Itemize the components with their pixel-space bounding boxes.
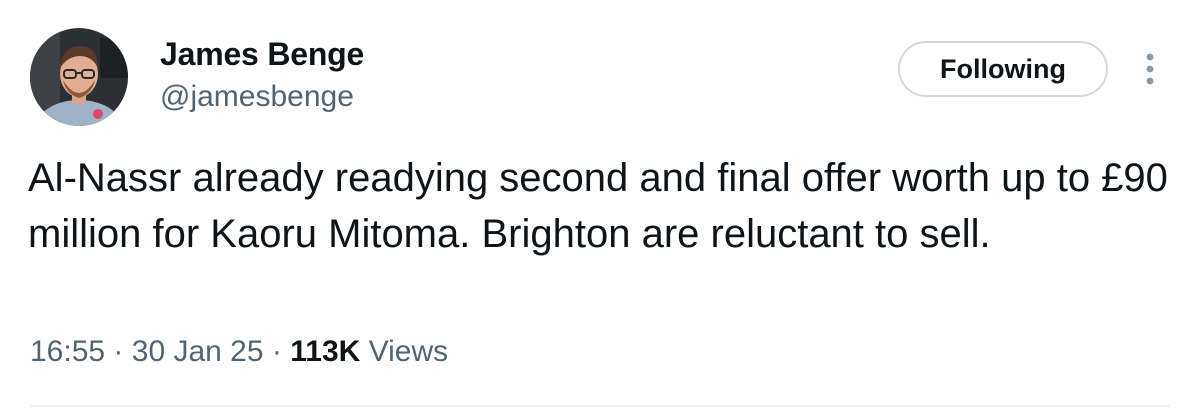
tweet-text: Al-Nassr already readying second and fin… — [28, 156, 1168, 256]
author-display-name[interactable]: James Benge — [160, 36, 364, 73]
tweet-date[interactable]: 30 Jan 25 — [132, 335, 264, 368]
profile-photo — [30, 28, 128, 126]
meta-separator: · — [113, 335, 124, 368]
vertical-ellipsis-icon — [1146, 53, 1154, 85]
more-options-button[interactable] — [1136, 48, 1164, 90]
views-count: 113K — [290, 335, 361, 368]
tweet-card: James Benge @jamesbenge Following Al-Nas… — [0, 0, 1200, 418]
views-label: Views — [368, 335, 449, 368]
meta-separator: · — [271, 335, 282, 368]
author-handle[interactable]: @jamesbenge — [160, 80, 354, 114]
avatar[interactable] — [30, 28, 128, 126]
following-button[interactable]: Following — [898, 41, 1108, 97]
divider — [30, 405, 1170, 407]
tweet-time[interactable]: 16:55 — [30, 335, 105, 368]
tweet-meta: 16:55 · 30 Jan 25 · 113K Views — [30, 335, 448, 369]
